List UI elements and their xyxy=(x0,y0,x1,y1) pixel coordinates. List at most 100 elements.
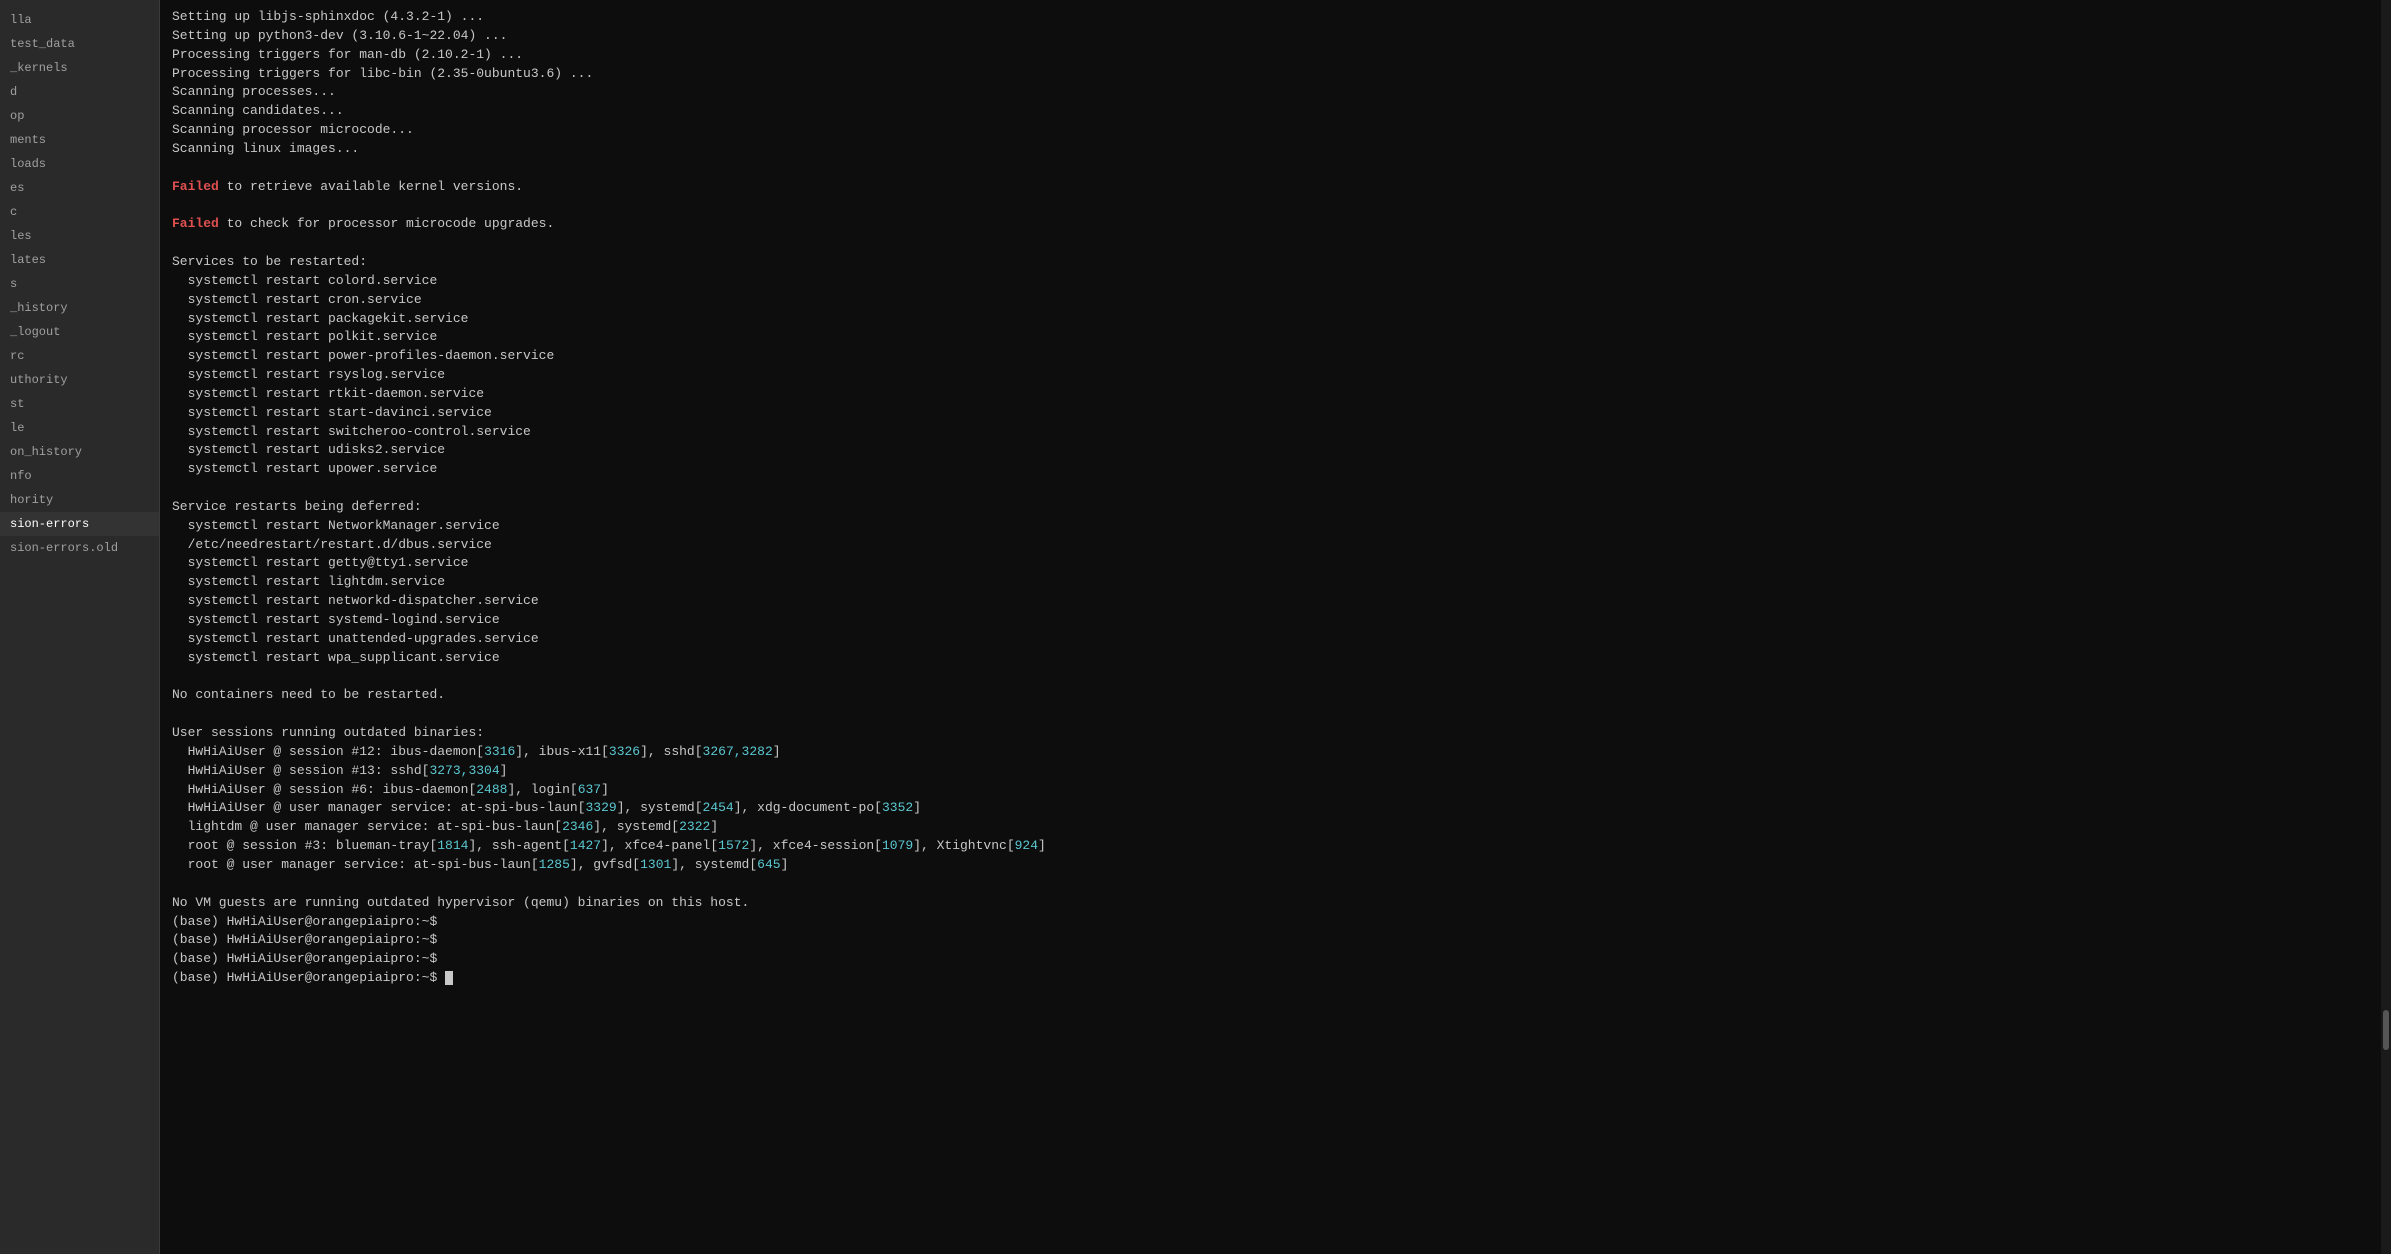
term-line-no-containers: No containers need to be restarted. xyxy=(172,686,2369,705)
term-line-prompt-1[interactable]: (base) HwHiAiUser@orangepiaipro:~$ xyxy=(172,913,2369,932)
term-line-def-8: systemctl restart wpa_supplicant.service xyxy=(172,649,2369,668)
term-line-failed-1: Failed to retrieve available kernel vers… xyxy=(172,178,2369,197)
terminal-output: Setting up libjs-sphinxdoc (4.3.2-1) ...… xyxy=(160,0,2381,1254)
sidebar-item-les[interactable]: les xyxy=(0,224,159,248)
sidebar-item-test-data[interactable]: test_data xyxy=(0,32,159,56)
sidebar-item-uthority[interactable]: uthority xyxy=(0,368,159,392)
sidebar-item-ments[interactable]: ments xyxy=(0,128,159,152)
term-line-svc-1: systemctl restart colord.service xyxy=(172,272,2369,291)
pid-1572: 1572 xyxy=(718,838,749,853)
pid-2488: 2488 xyxy=(476,782,507,797)
failed-keyword-2: Failed xyxy=(172,216,219,231)
term-line-6: Scanning candidates... xyxy=(172,102,2369,121)
term-line-prompt-cursor[interactable]: (base) HwHiAiUser@orangepiaipro:~$ xyxy=(172,969,2369,988)
sidebar-item-lla[interactable]: lla xyxy=(0,8,159,32)
pid-3352: 3352 xyxy=(882,800,913,815)
term-line-prompt-3[interactable]: (base) HwHiAiUser@orangepiaipro:~$ xyxy=(172,950,2369,969)
term-line-lightdm-mgr: lightdm @ user manager service: at-spi-b… xyxy=(172,818,2369,837)
scroll-thumb[interactable] xyxy=(2383,1010,2389,1050)
sidebar-item-c[interactable]: c xyxy=(0,200,159,224)
term-line-1: Setting up libjs-sphinxdoc (4.3.2-1) ... xyxy=(172,8,2369,27)
cursor-block xyxy=(445,971,453,985)
term-line-deferred-header: Service restarts being deferred: xyxy=(172,498,2369,517)
sidebar-item-session-errors[interactable]: sion-errors xyxy=(0,512,159,536)
sidebar-item-es[interactable]: es xyxy=(0,176,159,200)
term-line-svc-10: systemctl restart udisks2.service xyxy=(172,441,2369,460)
term-line-blank-2 xyxy=(172,196,2369,215)
term-line-user-sessions-header: User sessions running outdated binaries: xyxy=(172,724,2369,743)
term-line-svc-4: systemctl restart polkit.service xyxy=(172,328,2369,347)
term-line-blank-5 xyxy=(172,668,2369,687)
term-line-def-5: systemctl restart networkd-dispatcher.se… xyxy=(172,592,2369,611)
term-line-svc-8: systemctl restart start-davinci.service xyxy=(172,404,2369,423)
term-line-svc-7: systemctl restart rtkit-daemon.service xyxy=(172,385,2369,404)
sidebar-item-on-history[interactable]: on_history xyxy=(0,440,159,464)
term-line-5: Scanning processes... xyxy=(172,83,2369,102)
sidebar-item-hority[interactable]: hority xyxy=(0,488,159,512)
term-line-blank-1 xyxy=(172,159,2369,178)
term-line-blank-3 xyxy=(172,234,2369,253)
sidebar-item-st[interactable]: st xyxy=(0,392,159,416)
pid-924: 924 xyxy=(1015,838,1038,853)
term-line-def-1: systemctl restart NetworkManager.service xyxy=(172,517,2369,536)
term-line-blank-4 xyxy=(172,479,2369,498)
sidebar-item-s[interactable]: s xyxy=(0,272,159,296)
pid-2346: 2346 xyxy=(562,819,593,834)
sidebar-item-history1[interactable]: _history xyxy=(0,296,159,320)
term-line-def-2: /etc/needrestart/restart.d/dbus.service xyxy=(172,536,2369,555)
term-line-svc-6: systemctl restart rsyslog.service xyxy=(172,366,2369,385)
pid-645: 645 xyxy=(757,857,780,872)
term-line-sess-12: HwHiAiUser @ session #12: ibus-daemon[33… xyxy=(172,743,2369,762)
term-line-no-vm: No VM guests are running outdated hyperv… xyxy=(172,894,2369,913)
term-line-svc-5: systemctl restart power-profiles-daemon.… xyxy=(172,347,2369,366)
term-line-services-header: Services to be restarted: xyxy=(172,253,2369,272)
pid-3326: 3326 xyxy=(609,744,640,759)
term-line-blank-6 xyxy=(172,705,2369,724)
term-line-blank-7 xyxy=(172,875,2369,894)
pid-1079: 1079 xyxy=(882,838,913,853)
term-line-prompt-2[interactable]: (base) HwHiAiUser@orangepiaipro:~$ xyxy=(172,931,2369,950)
term-line-3: Processing triggers for man-db (2.10.2-1… xyxy=(172,46,2369,65)
term-line-root-sess3: root @ session #3: blueman-tray[1814], s… xyxy=(172,837,2369,856)
pid-1427: 1427 xyxy=(570,838,601,853)
sidebar-item-d[interactable]: d xyxy=(0,80,159,104)
sidebar: lla test_data _kernels d op ments loads … xyxy=(0,0,160,1254)
sidebar-item-session-errors-old[interactable]: sion-errors.old xyxy=(0,536,159,560)
pid-3267-3282: 3267,3282 xyxy=(703,744,773,759)
sidebar-item-nfo[interactable]: nfo xyxy=(0,464,159,488)
sidebar-item-loads[interactable]: loads xyxy=(0,152,159,176)
sidebar-item-kernels[interactable]: _kernels xyxy=(0,56,159,80)
sidebar-item-logout[interactable]: _logout xyxy=(0,320,159,344)
sidebar-item-op[interactable]: op xyxy=(0,104,159,128)
pid-2322: 2322 xyxy=(679,819,710,834)
term-line-sess-user-mgr: HwHiAiUser @ user manager service: at-sp… xyxy=(172,799,2369,818)
pid-637: 637 xyxy=(578,782,601,797)
term-line-svc-3: systemctl restart packagekit.service xyxy=(172,310,2369,329)
scrollbar[interactable] xyxy=(2381,0,2391,1254)
term-line-svc-2: systemctl restart cron.service xyxy=(172,291,2369,310)
term-line-sess-6: HwHiAiUser @ session #6: ibus-daemon[248… xyxy=(172,781,2369,800)
pid-2454: 2454 xyxy=(703,800,734,815)
pid-1814: 1814 xyxy=(437,838,468,853)
term-line-svc-9: systemctl restart switcheroo-control.ser… xyxy=(172,423,2369,442)
term-line-root-mgr: root @ user manager service: at-spi-bus-… xyxy=(172,856,2369,875)
term-line-def-3: systemctl restart getty@tty1.service xyxy=(172,554,2369,573)
term-line-7: Scanning processor microcode... xyxy=(172,121,2369,140)
term-line-2: Setting up python3-dev (3.10.6-1~22.04) … xyxy=(172,27,2369,46)
sidebar-item-le[interactable]: le xyxy=(0,416,159,440)
term-line-8: Scanning linux images... xyxy=(172,140,2369,159)
failed-keyword-1: Failed xyxy=(172,179,219,194)
term-line-def-7: systemctl restart unattended-upgrades.se… xyxy=(172,630,2369,649)
pid-1285: 1285 xyxy=(539,857,570,872)
term-line-def-6: systemctl restart systemd-logind.service xyxy=(172,611,2369,630)
pid-3329: 3329 xyxy=(585,800,616,815)
term-line-4: Processing triggers for libc-bin (2.35-0… xyxy=(172,65,2369,84)
term-line-failed-2: Failed to check for processor microcode … xyxy=(172,215,2369,234)
term-line-def-4: systemctl restart lightdm.service xyxy=(172,573,2369,592)
term-line-svc-11: systemctl restart upower.service xyxy=(172,460,2369,479)
term-line-sess-13: HwHiAiUser @ session #13: sshd[3273,3304… xyxy=(172,762,2369,781)
pid-3273-3304: 3273,3304 xyxy=(429,763,499,778)
sidebar-item-rc[interactable]: rc xyxy=(0,344,159,368)
sidebar-item-lates[interactable]: lates xyxy=(0,248,159,272)
pid-3316: 3316 xyxy=(484,744,515,759)
